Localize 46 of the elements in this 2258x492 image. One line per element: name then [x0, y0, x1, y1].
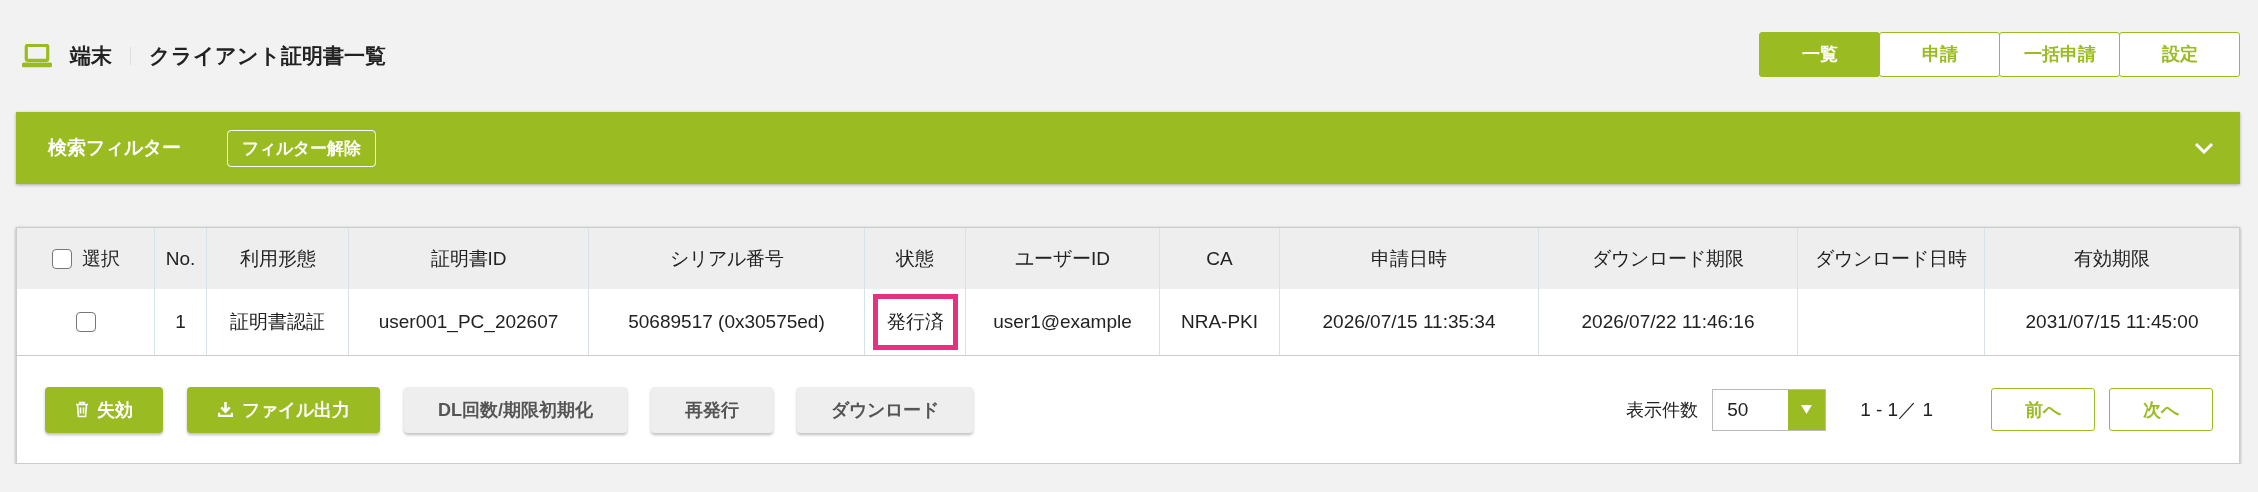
column-header: CA [1159, 228, 1279, 289]
table-cell-text: NRA-PKI [1179, 310, 1260, 334]
column-header: ダウンロード期限 [1538, 228, 1797, 289]
checkbox[interactable] [75, 312, 96, 332]
laptop-icon [22, 44, 52, 68]
table-cell-text: user001_PC_202607 [377, 310, 560, 335]
tab[interactable]: 一覧 [1759, 31, 1880, 77]
table-cell-text: 2026/07/15 11:35:34 [1321, 310, 1497, 334]
table-cell-text: 1 [174, 310, 187, 334]
checkbox[interactable] [51, 248, 72, 269]
table-cell-text: 2026/07/22 11:46:16 [1580, 310, 1756, 334]
per-page-select[interactable]: 50 [1712, 388, 1827, 431]
column-header: 有効期限 [1984, 228, 2239, 289]
column-header: ダウンロード日時 [1797, 228, 1984, 289]
action-button[interactable]: DL回数/期限初期化 [404, 386, 627, 433]
status-cell: 発行済 [872, 294, 958, 350]
clear-filter-button[interactable]: フィルター解除 [227, 129, 376, 167]
action-button[interactable]: ファイル出力 [187, 386, 380, 433]
tab[interactable]: 設定 [2119, 31, 2240, 77]
previous-button[interactable]: 前へ [1991, 388, 2095, 431]
column-header: No. [154, 228, 206, 289]
table-cell-text: 証明書認証 [229, 310, 326, 334]
column-header: 利用形態 [206, 228, 348, 289]
column-header: 選択 [81, 246, 120, 271]
trash-icon [75, 401, 89, 418]
per-page-label: 表示件数 [1626, 398, 1699, 422]
column-header: 状態 [864, 228, 965, 289]
section-label: 端末 [70, 43, 112, 69]
column-header: 証明書ID [348, 228, 588, 289]
table-cell-text: user1@example [992, 310, 1133, 334]
tab[interactable]: 一括申請 [1999, 31, 2120, 77]
action-button[interactable]: ダウンロード [797, 386, 973, 433]
page-title: クライアント証明書一覧 [149, 43, 386, 69]
column-header: シリアル番号 [588, 228, 864, 289]
dropdown-arrow-icon [1801, 405, 1813, 414]
action-button[interactable]: 再発行 [651, 386, 773, 433]
tab[interactable]: 申請 [1879, 31, 2000, 77]
column-header: ユーザーID [965, 228, 1159, 289]
download-icon [217, 401, 234, 418]
action-button[interactable]: 失効 [45, 386, 163, 433]
filter-title: 検索フィルター [48, 136, 181, 160]
table-cell-text: 2031/07/15 11:45:00 [2024, 310, 2200, 334]
next-button[interactable]: 次へ [2109, 388, 2213, 431]
page-range: 1 - 1／ 1 [1860, 397, 1933, 422]
table-cell-text: 50689517 (0x30575ed) [627, 310, 826, 334]
column-header: 申請日時 [1279, 228, 1538, 289]
